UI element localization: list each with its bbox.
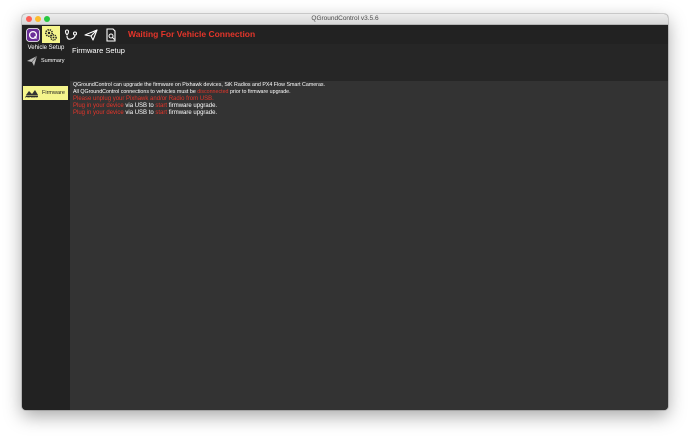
plan-waypoint-icon — [64, 28, 78, 40]
title-bar: QGroundControl v3.5.6 — [22, 14, 668, 25]
firmware-message-list: QGroundControl can upgrade the firmware … — [73, 82, 325, 117]
vehicle-setup-button[interactable] — [42, 26, 60, 43]
analyze-view-button[interactable] — [102, 26, 120, 43]
page-title: Firmware Setup — [72, 46, 125, 55]
message-highlight: start — [155, 110, 168, 116]
message-text: QGroundControl can upgrade the firmware … — [73, 82, 326, 88]
message-text: firmware upgrade. — [167, 103, 218, 109]
sidebar-heading: Vehicle Setup — [27, 45, 65, 51]
message-line: All QGroundControl connections to vehicl… — [73, 89, 325, 96]
message-highlight: Plug in your device — [73, 103, 124, 109]
message-highlight: Plug in your device — [73, 110, 124, 116]
connection-status: Waiting For Vehicle Connection — [128, 29, 256, 39]
sidebar-item-summary[interactable]: Summary — [23, 54, 68, 68]
message-text: prior to firmware upgrade. — [228, 89, 291, 95]
sidebar-item-label: Firmware — [42, 90, 65, 96]
message-line: Please unplug your Pixhawk and/or Radio … — [73, 96, 325, 103]
qgc-menu-button[interactable] — [24, 26, 42, 43]
message-line: QGroundControl can upgrade the firmware … — [73, 82, 325, 89]
fly-view-button[interactable] — [82, 26, 100, 43]
fly-paper-plane-icon — [84, 28, 98, 41]
message-text: via USB to — [123, 110, 156, 116]
analyze-document-icon — [106, 27, 116, 42]
plan-view-button[interactable] — [62, 26, 80, 43]
message-highlight: start — [155, 103, 168, 109]
message-text: Please unplug your Pixhawk and/or Radio … — [73, 96, 214, 102]
app-window: QGroundControl v3.5.6 Waiting For Vehicl… — [22, 14, 668, 410]
message-text: firmware upgrade. — [167, 110, 218, 116]
message-line: Plug in your device via USB to start fir… — [73, 103, 325, 110]
setup-sidebar: Vehicle Setup Summary Firmware PIXHAWK — [22, 44, 70, 410]
sidebar-item-firmware[interactable]: Firmware PIXHAWK — [23, 86, 68, 100]
firmware-content: QGroundControl can upgrade the firmware … — [70, 81, 668, 410]
paper-plane-icon — [27, 55, 38, 66]
window-title: QGroundControl v3.5.6 — [311, 15, 379, 22]
message-text: via USB to — [123, 103, 156, 109]
message-text: All QGroundControl connections to vehicl… — [73, 89, 198, 95]
main-toolbar: Waiting For Vehicle Connection — [22, 25, 668, 44]
firmware-logo-text: PIXHAWK — [25, 96, 38, 99]
message-highlight: disconnected — [197, 89, 229, 95]
vehicle-setup-gears-icon — [44, 28, 57, 41]
sidebar-item-label: Summary — [41, 58, 65, 64]
message-line: Plug in your device via USB to start fir… — [73, 110, 325, 117]
qgc-logo-icon — [26, 27, 40, 42]
page-header: Firmware Setup — [70, 44, 668, 81]
